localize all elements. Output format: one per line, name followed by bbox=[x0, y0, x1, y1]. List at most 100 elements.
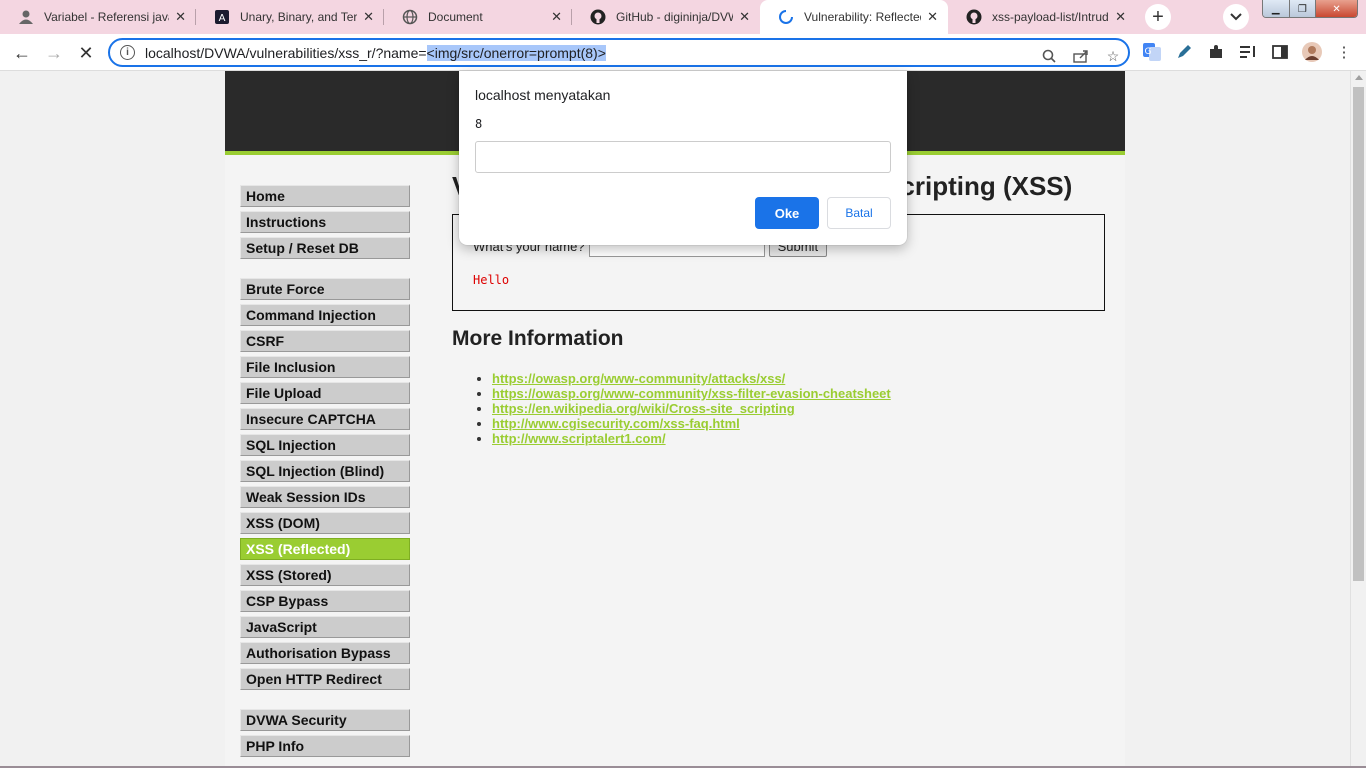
angular-icon: A bbox=[214, 9, 230, 25]
tab-variabel[interactable]: Variabel - Referensi java ✕ bbox=[0, 0, 196, 34]
sidebar-item-home[interactable]: Home bbox=[240, 185, 410, 207]
sidebar-item-sql-injection[interactable]: SQL Injection bbox=[240, 434, 410, 456]
tab-strip: Variabel - Referensi java ✕ A Unary, Bin… bbox=[0, 0, 1366, 34]
tab-search-button[interactable] bbox=[1223, 4, 1249, 30]
pen-extension-icon[interactable] bbox=[1173, 41, 1195, 63]
tab-title: Variabel - Referensi java bbox=[44, 10, 170, 24]
sidebar-group-settings: DVWA Security PHP Info bbox=[240, 709, 410, 757]
close-icon[interactable]: ✕ bbox=[927, 9, 938, 25]
more-info-heading: More Information bbox=[452, 327, 624, 350]
sidebar-group-vulnerabilities: Brute Force Command Injection CSRF File Inc… bbox=[240, 278, 410, 690]
share-icon[interactable] bbox=[1072, 47, 1090, 65]
sidebar-item-xss-stored[interactable]: XSS (Stored) bbox=[240, 564, 410, 586]
ok-button[interactable]: Oke bbox=[755, 197, 819, 229]
window-close-button[interactable]: ✕ bbox=[1316, 0, 1357, 17]
tab-xss-payload-list[interactable]: xss-payload-list/Intrude ✕ bbox=[948, 0, 1136, 34]
new-tab-button[interactable]: + bbox=[1145, 4, 1171, 30]
forward-button[interactable]: → bbox=[42, 41, 66, 65]
plus-icon: + bbox=[1152, 5, 1164, 28]
sidebar-item-sql-injection-blind[interactable]: SQL Injection (Blind) bbox=[240, 460, 410, 482]
sidebar-item-command-injection[interactable]: Command Injection bbox=[240, 304, 410, 326]
side-panel-icon[interactable] bbox=[1269, 41, 1291, 63]
info-icon[interactable]: i bbox=[120, 45, 135, 60]
scrollbar-thumb[interactable] bbox=[1353, 87, 1364, 581]
close-icon[interactable]: ✕ bbox=[1115, 9, 1126, 25]
sidebar-item-authorisation-bypass[interactable]: Authorisation Bypass bbox=[240, 642, 410, 664]
sidebar-item-xss-reflected[interactable]: XSS (Reflected) bbox=[240, 538, 410, 560]
sidebar-item-javascript[interactable]: JavaScript bbox=[240, 616, 410, 638]
list-item: http://www.scriptalert1.com/ bbox=[492, 431, 1105, 446]
tab-title: Unary, Binary, and Tern bbox=[240, 10, 358, 24]
sidebar-item-file-upload[interactable]: File Upload bbox=[240, 382, 410, 404]
tab-unary[interactable]: A Unary, Binary, and Tern ✕ bbox=[196, 0, 384, 34]
url-selected: <img/src/onerror=prompt(8)> bbox=[426, 44, 606, 61]
tab-title: GitHub - digininja/DVW bbox=[616, 10, 734, 24]
scroll-up-arrow-icon[interactable] bbox=[1355, 75, 1363, 80]
globe-icon bbox=[402, 9, 418, 25]
reference-link[interactable]: https://owasp.org/www-community/xss-filt… bbox=[492, 386, 891, 401]
tab-title: xss-payload-list/Intrude bbox=[992, 10, 1110, 24]
sidebar-group-main: Home Instructions Setup / Reset DB bbox=[240, 185, 410, 259]
list-item: http://www.cgisecurity.com/xss-faq.html bbox=[492, 416, 1105, 431]
extensions-puzzle-icon[interactable] bbox=[1205, 41, 1227, 63]
sidebar-item-setup-reset-db[interactable]: Setup / Reset DB bbox=[240, 237, 410, 259]
url-text[interactable]: localhost/DVWA/vulnerabilities/xss_r/?na… bbox=[145, 44, 606, 61]
loading-spinner-icon bbox=[778, 9, 794, 25]
search-icon[interactable] bbox=[1040, 47, 1058, 65]
more-info-links: https://owasp.org/www-community/attacks/… bbox=[452, 371, 1105, 446]
sidebar-item-xss-dom[interactable]: XSS (DOM) bbox=[240, 512, 410, 534]
dialog-origin: localhost menyatakan bbox=[475, 87, 611, 103]
sidebar-item-php-info[interactable]: PHP Info bbox=[240, 735, 410, 757]
tab-github-dvwa[interactable]: GitHub - digininja/DVW ✕ bbox=[572, 0, 760, 34]
close-icon[interactable]: ✕ bbox=[551, 9, 562, 25]
list-item: https://owasp.org/www-community/xss-filt… bbox=[492, 386, 1105, 401]
browser-toolbar: ← → ✕ i localhost/DVWA/vulnerabilities/x… bbox=[0, 34, 1366, 71]
person-icon bbox=[18, 9, 34, 25]
prompt-input[interactable] bbox=[475, 141, 891, 173]
sidebar-item-brute-force[interactable]: Brute Force bbox=[240, 278, 410, 300]
reference-link[interactable]: http://www.scriptalert1.com/ bbox=[492, 431, 666, 446]
github-icon bbox=[966, 9, 982, 25]
svg-text:G: G bbox=[1145, 47, 1152, 57]
prompt-dialog: localhost menyatakan 8 Oke Batal bbox=[459, 71, 907, 245]
close-icon: ✕ bbox=[78, 42, 94, 63]
tab-title: Vulnerability: Reflected bbox=[804, 10, 922, 24]
dialog-message: 8 bbox=[475, 117, 483, 131]
more-menu-icon[interactable]: ⋮ bbox=[1333, 41, 1355, 63]
translate-icon[interactable]: G bbox=[1141, 41, 1163, 63]
tab-vulnerability-reflected[interactable]: Vulnerability: Reflected ✕ bbox=[760, 0, 948, 34]
svg-text:A: A bbox=[219, 13, 226, 24]
sidebar-item-file-inclusion[interactable]: File Inclusion bbox=[240, 356, 410, 378]
url-prefix: localhost/DVWA/vulnerabilities/xss_r/?na… bbox=[145, 44, 427, 61]
sidebar-item-csrf[interactable]: CSRF bbox=[240, 330, 410, 352]
stop-button[interactable]: ✕ bbox=[74, 41, 98, 65]
close-icon[interactable]: ✕ bbox=[363, 9, 374, 25]
sidebar-item-instructions[interactable]: Instructions bbox=[240, 211, 410, 233]
list-item: https://en.wikipedia.org/wiki/Cross-site… bbox=[492, 401, 1105, 416]
sidebar-item-csp-bypass[interactable]: CSP Bypass bbox=[240, 590, 410, 612]
github-icon bbox=[590, 9, 606, 25]
media-queue-icon[interactable] bbox=[1237, 41, 1259, 63]
sidebar-item-dvwa-security[interactable]: DVWA Security bbox=[240, 709, 410, 731]
page-scrollbar[interactable] bbox=[1350, 71, 1366, 768]
reference-link[interactable]: http://www.cgisecurity.com/xss-faq.html bbox=[492, 416, 740, 431]
close-icon[interactable]: ✕ bbox=[175, 9, 186, 25]
minimize-button[interactable]: ▁ bbox=[1263, 0, 1290, 17]
reference-link[interactable]: https://owasp.org/www-community/attacks/… bbox=[492, 371, 785, 386]
sidebar-item-open-http-redirect[interactable]: Open HTTP Redirect bbox=[240, 668, 410, 690]
cancel-button[interactable]: Batal bbox=[827, 197, 891, 229]
sidebar-item-insecure-captcha[interactable]: Insecure CAPTCHA bbox=[240, 408, 410, 430]
close-icon[interactable]: ✕ bbox=[739, 9, 750, 25]
back-button[interactable]: ← bbox=[10, 41, 34, 65]
bookmark-star-icon[interactable]: ☆ bbox=[1104, 47, 1122, 65]
list-item: https://owasp.org/www-community/attacks/… bbox=[492, 371, 1105, 386]
arrow-left-icon: ← bbox=[13, 42, 31, 63]
tab-document[interactable]: Document ✕ bbox=[384, 0, 572, 34]
chevron-down-icon bbox=[1230, 13, 1242, 21]
sidebar-item-weak-session-ids[interactable]: Weak Session IDs bbox=[240, 486, 410, 508]
reference-link[interactable]: https://en.wikipedia.org/wiki/Cross-site… bbox=[492, 401, 795, 416]
address-bar[interactable]: i localhost/DVWA/vulnerabilities/xss_r/?… bbox=[108, 38, 1130, 67]
avatar[interactable] bbox=[1301, 41, 1323, 63]
maximize-button[interactable]: ❐ bbox=[1289, 0, 1317, 17]
sidebar-menu: Home Instructions Setup / Reset DB Brute F… bbox=[240, 185, 410, 768]
